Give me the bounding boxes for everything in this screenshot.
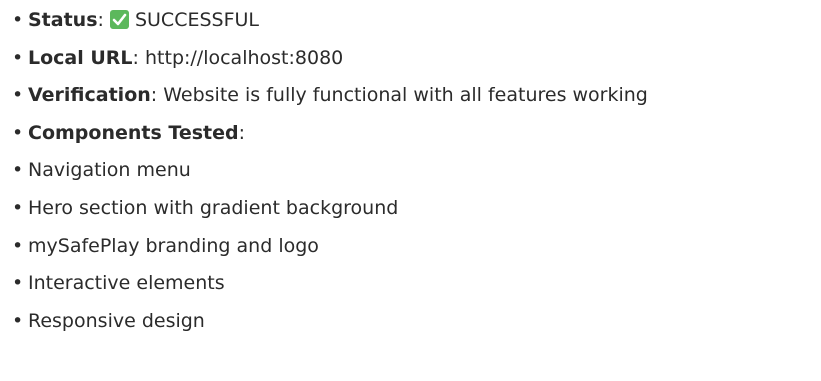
list-item-branding: • mySafePlay branding and logo [12,228,648,266]
summary-list: • Status: SUCCESSFUL • Local URL: http://l… [12,2,648,340]
verification-item: • Verification: Website is fully function… [12,77,648,115]
components-tested-separator: : [238,121,246,144]
bullet: • [12,196,24,219]
bullet: • [12,272,24,295]
bullet: • [12,84,24,107]
verification-value: Website is fully functional with all fea… [163,84,648,107]
components-tested-label: Components Tested [28,121,239,144]
list-item-text: mySafePlay branding and logo [28,234,319,257]
bullet: • [12,309,24,332]
components-tested-item: • Components Tested: [12,115,648,153]
list-item-text: Responsive design [28,309,205,332]
check-mark-button-icon [109,10,129,29]
bullet: • [12,46,24,69]
status-label: Status [28,9,98,31]
list-item-navigation-menu: • Navigation menu [12,152,648,190]
status-value: SUCCESSFUL [134,9,260,31]
local-url-label: Local URL [28,46,133,69]
bullet: • [12,9,24,31]
local-url-item: • Local URL: http://localhost:8080 [12,40,648,78]
list-item-responsive-design: • Responsive design [12,303,648,341]
verification-label: Verification [28,84,151,107]
bullet: • [12,121,24,144]
list-item-hero-section: • Hero section with gradient background [12,190,648,228]
local-url-separator: : [132,46,145,69]
bullet: • [12,234,24,257]
list-item-text: Hero section with gradient background [28,196,399,219]
list-item-text: Interactive elements [28,272,225,295]
list-item-text: Navigation menu [28,159,191,182]
status-item: • Status: SUCCESSFUL [12,2,648,40]
bullet: • [12,159,24,182]
verification-separator: : [150,84,164,107]
local-url-value: http://localhost:8080 [145,46,344,69]
list-item-interactive-elements: • Interactive elements [12,265,648,303]
status-separator: : [97,9,110,31]
